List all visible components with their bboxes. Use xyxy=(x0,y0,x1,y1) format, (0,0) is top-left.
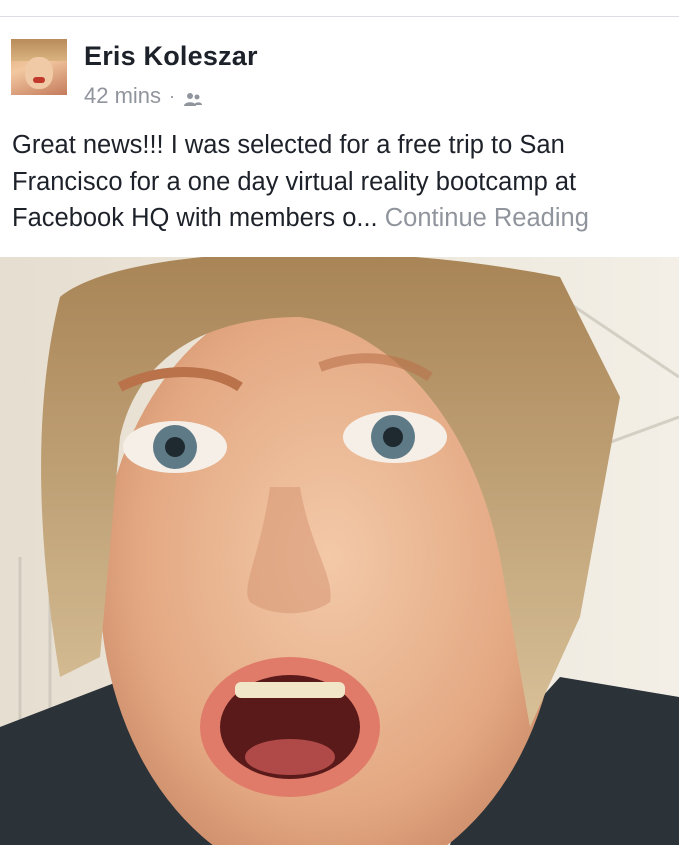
top-divider xyxy=(0,0,679,17)
post-meta: 42 mins · xyxy=(84,83,203,109)
post-text-line: Francisco for a one day virtual reality … xyxy=(12,167,577,196)
post-text-line-last: Facebook HQ with members o... Continue R… xyxy=(12,200,672,237)
meta-separator: · xyxy=(169,85,176,106)
avatar-face xyxy=(25,57,53,89)
post-text-fragment: Facebook HQ with members o... xyxy=(12,204,378,232)
post-text-line: Great news!!! I was selected for a free … xyxy=(12,131,565,159)
post-header: Eris Koleszar 42 mins · xyxy=(0,17,679,117)
post-photo[interactable] xyxy=(0,257,679,845)
avatar-mouth xyxy=(33,77,45,83)
post-timestamp[interactable]: 42 mins xyxy=(84,83,161,109)
selfie-photo-illustration xyxy=(0,257,679,845)
post-text: Great news!!! I was selected for a free … xyxy=(12,127,672,237)
friends-icon[interactable] xyxy=(183,88,203,106)
continue-reading-link[interactable]: Continue Reading xyxy=(385,204,589,232)
author-avatar[interactable] xyxy=(11,39,67,95)
author-name[interactable]: Eris Koleszar xyxy=(84,41,258,72)
facebook-post-screen: Eris Koleszar 42 mins · Great news!!! I … xyxy=(0,0,679,845)
